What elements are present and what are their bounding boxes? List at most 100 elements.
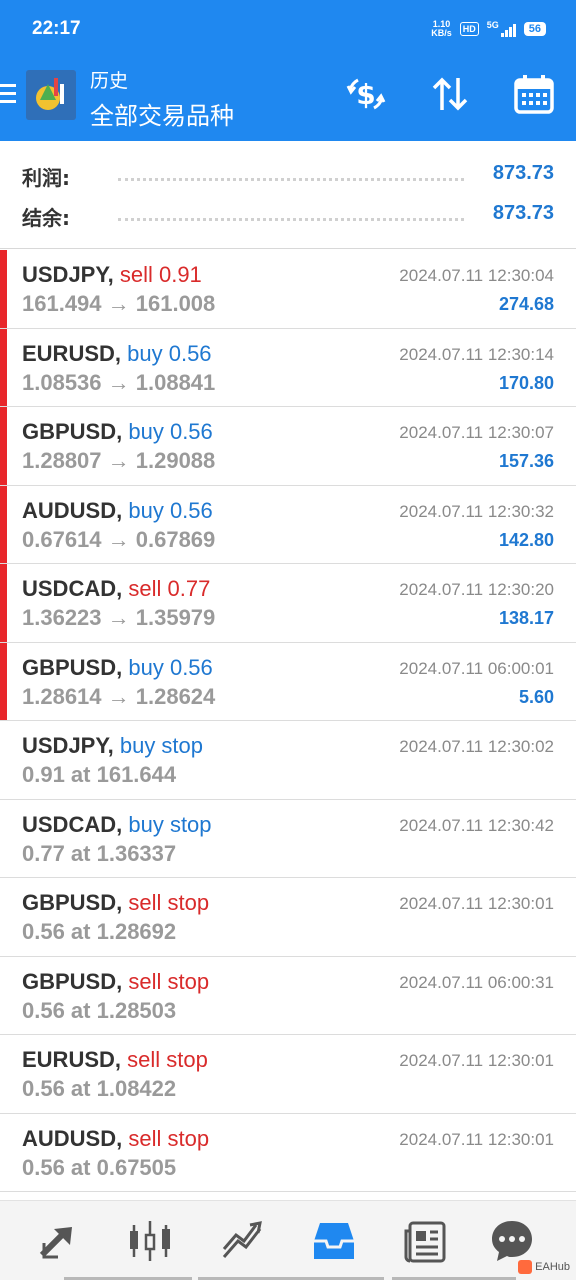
- row-action: buy stop: [119, 733, 204, 758]
- history-summary: 利润: 873.73 结余: 873.73: [0, 141, 576, 249]
- row-profit: 157.36: [498, 451, 554, 471]
- row-datetime: 2024.07.11 12:30:04: [399, 266, 554, 285]
- calendar-icon: [514, 75, 554, 114]
- net-speed-unit: KB/s: [431, 28, 452, 38]
- top-bar: 22:17 1.10 KB/s HD 5G 56 历史 全部交易品种 $: [0, 0, 576, 141]
- net-speed: 1.10 KB/s: [431, 20, 452, 38]
- row-action: buy 0.56: [127, 340, 212, 366]
- row-datetime: 2024.07.11 12:30:32: [399, 501, 554, 521]
- row-datetime: 2024.07.11 12:30:42: [399, 815, 554, 835]
- trade-icon: [222, 1221, 262, 1258]
- app-logo: [26, 70, 76, 120]
- row-profit: 142.80: [498, 529, 554, 550]
- header-subtitle: 历史: [90, 70, 129, 92]
- nav-history[interactable]: [310, 1217, 358, 1265]
- eahub-logo-icon: [518, 1260, 533, 1274]
- row-profit: 170.80: [498, 372, 554, 393]
- history-row[interactable]: GBPUSD, buy 0.56 1.28807 → 1.29088 2024.…: [0, 407, 576, 486]
- profit-label: 利润:: [22, 166, 70, 190]
- order-row[interactable]: USDCAD, buy stop 0.77 at 1.36337 2024.07…: [0, 799, 576, 878]
- row-action: buy 0.56: [128, 419, 213, 444]
- mt-logo-icon: [26, 70, 76, 120]
- row-detail: 0.91 at 161.644: [22, 762, 177, 787]
- row-datetime: 2024.07.11 12:30:01: [399, 1129, 554, 1149]
- row-symbol: GBPUSD,: [22, 968, 123, 994]
- history-list: USDJPY, sell 0.91 161.494 → 161.008 2024…: [0, 250, 576, 1192]
- balance-row: 结余: 873.73: [0, 200, 576, 230]
- deposit-button[interactable]: $: [344, 72, 388, 116]
- row-action: sell 0.77: [128, 576, 211, 601]
- row-action: sell stop: [128, 1125, 210, 1151]
- dotted-leader: [118, 178, 464, 181]
- nav-trade[interactable]: [218, 1217, 266, 1265]
- svg-text:$: $: [356, 78, 375, 111]
- row-datetime: 2024.07.11 06:00:31: [399, 972, 554, 992]
- battery-icon: 56: [523, 22, 546, 36]
- network-type: 5G: [486, 20, 499, 30]
- row-detail: 161.494 → 161.008: [22, 291, 216, 316]
- calendar-button[interactable]: [512, 72, 556, 116]
- row-symbol: AUDUSD,: [22, 497, 123, 523]
- row-detail: 0.77 at 1.36337: [22, 840, 177, 866]
- status-bar: 22:17 1.10 KB/s HD 5G 56: [0, 0, 576, 58]
- status-indicators: 1.10 KB/s HD 5G 56: [431, 20, 546, 38]
- history-row[interactable]: USDCAD, sell 0.77 1.36223 → 1.35979 2024…: [0, 564, 576, 643]
- row-detail: 0.56 at 0.67505: [22, 1154, 177, 1180]
- history-row[interactable]: AUDUSD, buy 0.56 0.67614 → 0.67869 2024.…: [0, 485, 576, 564]
- row-profit: 274.68: [498, 294, 554, 314]
- row-datetime: 2024.07.11 06:00:01: [399, 658, 554, 678]
- row-detail: 0.67614 → 0.67869: [22, 526, 216, 552]
- profit-row: 利润: 873.73: [0, 160, 576, 190]
- row-detail: 1.36223 → 1.35979: [22, 605, 216, 630]
- history-row[interactable]: GBPUSD, buy 0.56 1.28614 → 1.28624 2024.…: [0, 642, 576, 721]
- hd-icon: HD: [459, 22, 479, 36]
- dollar-exchange-icon: $: [346, 78, 386, 111]
- watermark: EAHub: [518, 1260, 570, 1274]
- row-detail: 0.56 at 1.28692: [22, 919, 177, 944]
- chat-icon: [492, 1221, 532, 1261]
- row-datetime: 2024.07.11 12:30:01: [399, 1051, 554, 1070]
- row-symbol: EURUSD,: [22, 340, 122, 366]
- status-time: 22:17: [32, 18, 81, 39]
- row-datetime: 2024.07.11 12:30:02: [399, 737, 554, 756]
- row-datetime: 2024.07.11 12:30:20: [399, 580, 554, 599]
- history-icon: [314, 1223, 354, 1259]
- order-row[interactable]: EURUSD, sell stop 0.56 at 1.08422 2024.0…: [0, 1035, 576, 1114]
- row-action: sell stop: [127, 1047, 208, 1072]
- balance-value: 873.73: [492, 202, 554, 224]
- row-detail: 0.56 at 1.28503: [22, 997, 177, 1023]
- nav-news[interactable]: [402, 1217, 450, 1265]
- header-title[interactable]: 全部交易品种: [90, 96, 234, 131]
- history-row[interactable]: EURUSD, buy 0.56 1.08536 → 1.08841 2024.…: [0, 328, 576, 407]
- row-datetime: 2024.07.11 12:30:07: [399, 423, 554, 442]
- signal-icon: [500, 21, 516, 37]
- sort-button[interactable]: [428, 72, 472, 116]
- row-symbol: GBPUSD,: [22, 419, 123, 444]
- order-row[interactable]: USDJPY, buy stop 0.91 at 161.644 2024.07…: [0, 721, 576, 800]
- order-row[interactable]: GBPUSD, sell stop 0.56 at 1.28503 2024.0…: [0, 956, 576, 1035]
- nav-quotes[interactable]: [34, 1217, 82, 1265]
- row-action: sell 0.91: [119, 262, 202, 287]
- row-datetime: 2024.07.11 12:30:01: [399, 894, 554, 913]
- row-symbol: GBPUSD,: [22, 654, 123, 680]
- row-symbol: USDJPY,: [22, 733, 114, 758]
- order-row[interactable]: AUDUSD, sell stop 0.56 at 0.67505 2024.0…: [0, 1113, 576, 1192]
- row-symbol: USDCAD,: [22, 576, 123, 601]
- nav-chart[interactable]: [126, 1217, 174, 1265]
- row-symbol: EURUSD,: [22, 1047, 122, 1072]
- bottom-nav: EAHub: [0, 1200, 576, 1280]
- history-row[interactable]: USDJPY, sell 0.91 161.494 → 161.008 2024…: [0, 250, 576, 329]
- row-detail: 1.28807 → 1.29088: [22, 448, 216, 473]
- row-symbol: USDJPY,: [22, 262, 114, 287]
- profit-value: 873.73: [492, 162, 554, 184]
- nav-chat[interactable]: [488, 1217, 536, 1265]
- menu-icon[interactable]: [0, 84, 18, 108]
- row-datetime: 2024.07.11 12:30:14: [399, 344, 554, 364]
- row-symbol: GBPUSD,: [22, 890, 123, 915]
- row-action: sell stop: [128, 890, 210, 915]
- row-detail: 1.08536 → 1.08841: [22, 369, 216, 395]
- news-icon: [404, 1221, 446, 1263]
- row-action: buy 0.56: [128, 497, 213, 523]
- order-row[interactable]: GBPUSD, sell stop 0.56 at 1.28692 2024.0…: [0, 878, 576, 957]
- row-detail: 0.56 at 1.08422: [22, 1076, 177, 1101]
